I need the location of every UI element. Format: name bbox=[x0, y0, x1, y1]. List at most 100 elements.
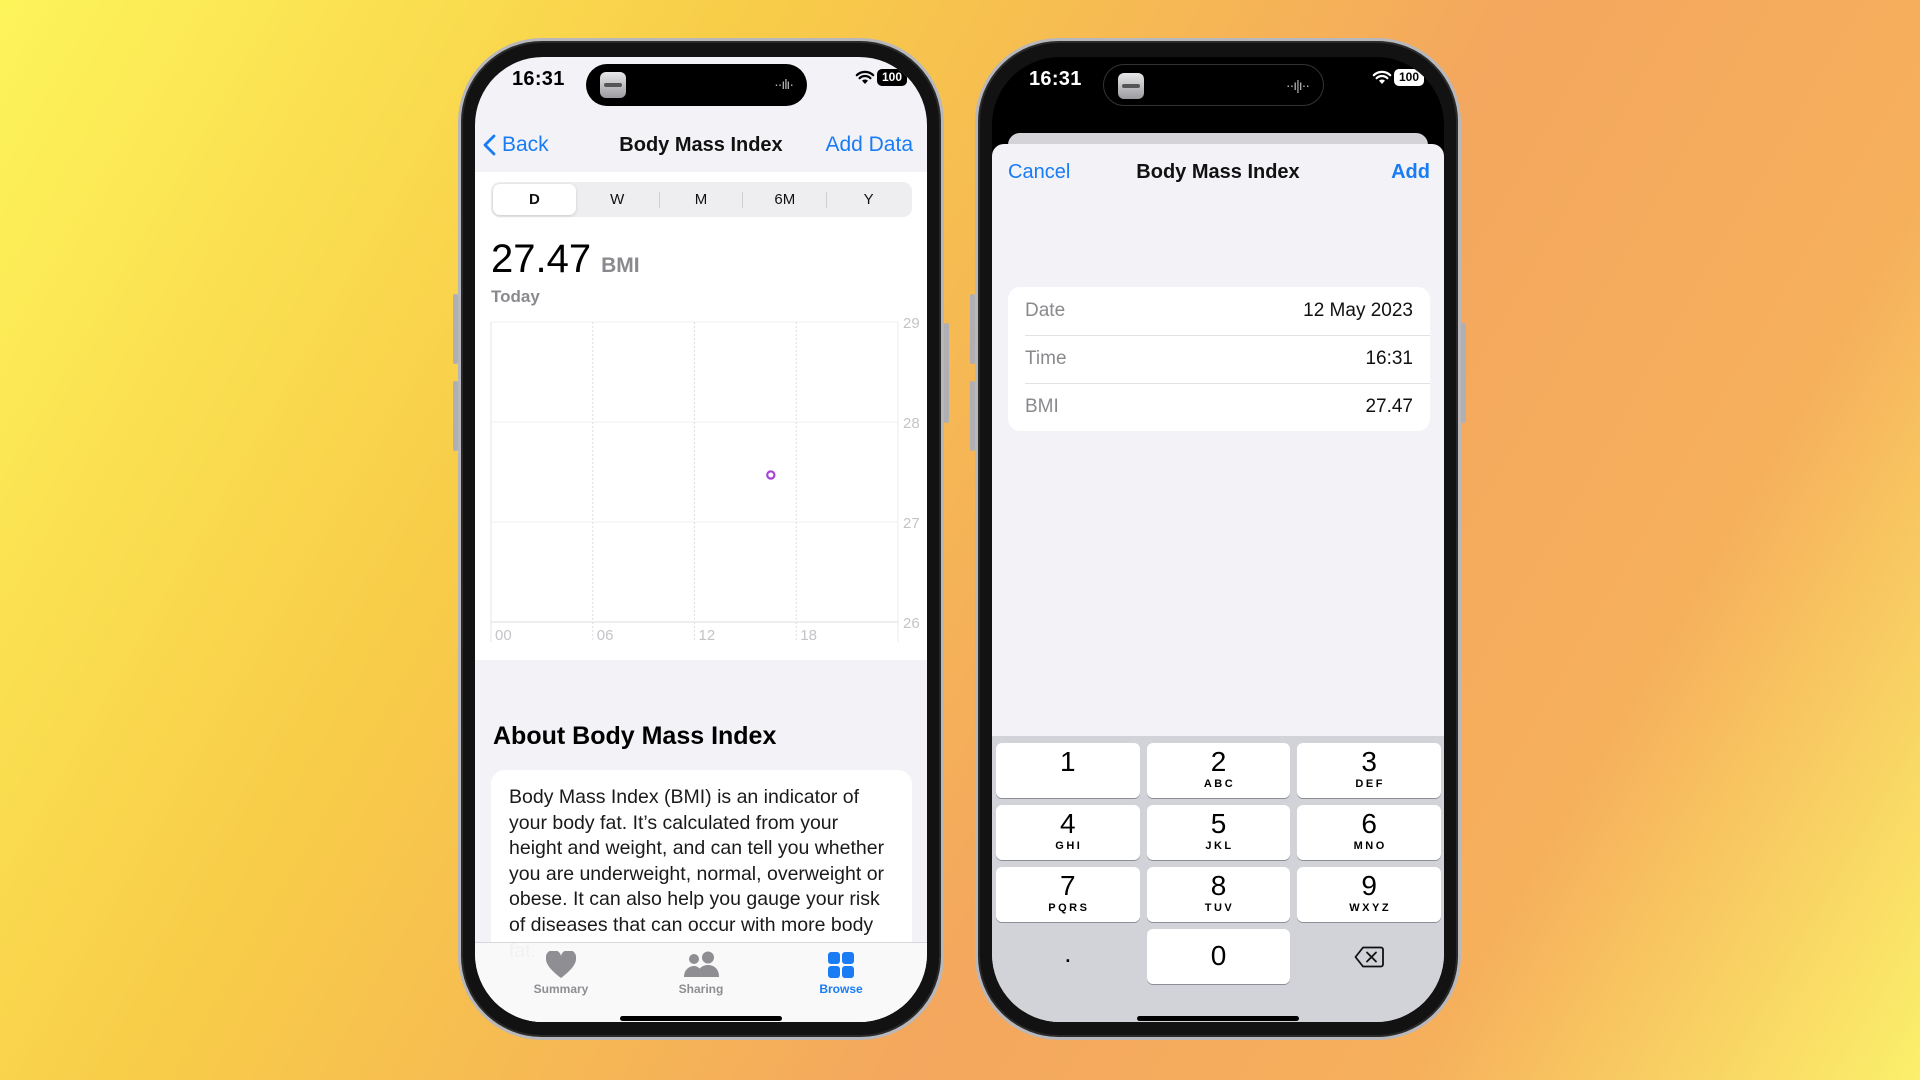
status-time: 16:31 bbox=[1029, 68, 1082, 90]
live-activity-app-icon bbox=[600, 72, 626, 98]
home-indicator[interactable] bbox=[620, 1016, 782, 1021]
audio-wave-icon: ··ılı· bbox=[774, 76, 794, 92]
key-7[interactable]: 7 PQRS bbox=[996, 867, 1140, 922]
key-digit: 8 bbox=[1210, 870, 1227, 901]
y-tick-label: 27 bbox=[903, 515, 920, 532]
key-letters: JKL bbox=[1205, 840, 1234, 852]
period-label: Today bbox=[491, 287, 540, 306]
chevron-left-icon bbox=[483, 134, 496, 156]
key-digit: 0 bbox=[1210, 940, 1227, 971]
date-row[interactable]: Date 12 May 2023 bbox=[1008, 287, 1430, 335]
chart-section: D W M 6M Y 27.47 BMI Today 29 28 27 26 00 06 1… bbox=[475, 172, 927, 660]
bmi-input[interactable]: 27.47 bbox=[1365, 396, 1413, 418]
left-phone: 16:31 ··ılı· 100 Back Body Mass Index Ad… bbox=[453, 38, 949, 1040]
power-button bbox=[1461, 323, 1466, 423]
bmi-chart[interactable]: 29 28 27 26 00 06 12 18 bbox=[475, 310, 927, 650]
audio-wave-icon: ··ı|ı·· bbox=[1285, 77, 1310, 93]
tab-browse[interactable]: Browse bbox=[786, 951, 896, 1022]
tab-summary[interactable]: Summary bbox=[506, 951, 616, 1022]
key-digit: 3 bbox=[1361, 746, 1377, 777]
key-digit: 4 bbox=[1060, 808, 1076, 839]
key-digit: 7 bbox=[1060, 870, 1076, 901]
grid-icon bbox=[828, 952, 854, 978]
key-3[interactable]: 3 DEF bbox=[1297, 743, 1442, 798]
x-tick-label: 00 bbox=[495, 627, 512, 644]
segment-day[interactable]: D bbox=[493, 184, 576, 215]
key-6[interactable]: 6 MNO bbox=[1297, 805, 1442, 860]
delete-key[interactable] bbox=[1297, 929, 1441, 984]
bmi-row[interactable]: BMI 27.47 bbox=[1008, 383, 1430, 431]
status-bar: 16:31 ··ı|ı·· 100 bbox=[992, 57, 1444, 117]
dynamic-island[interactable]: ··ı|ı·· bbox=[1103, 64, 1324, 106]
volume-up-button bbox=[453, 294, 458, 364]
key-9[interactable]: 9 WXYZ bbox=[1297, 867, 1442, 922]
x-tick-label: 12 bbox=[699, 627, 716, 644]
power-button bbox=[944, 323, 949, 423]
tab-label: Summary bbox=[533, 982, 589, 996]
key-letters: ABC bbox=[1203, 778, 1236, 790]
add-data-sheet: Cancel Body Mass Index Add Date 12 May 2… bbox=[992, 144, 1444, 1022]
nav-bar: Back Body Mass Index Add Data bbox=[475, 120, 927, 172]
segment-month[interactable]: M bbox=[660, 184, 743, 215]
bmi-label: BMI bbox=[1025, 396, 1059, 417]
battery-indicator: 100 bbox=[1394, 69, 1424, 86]
status-bar: 16:31 ··ılı· 100 bbox=[475, 57, 927, 117]
add-data-screen: 16:31 ··ı|ı·· 100 Cancel Body Mass Index… bbox=[992, 57, 1444, 1022]
key-2[interactable]: 2 ABC bbox=[1146, 743, 1291, 798]
status-time: 16:31 bbox=[512, 68, 565, 90]
time-label: Time bbox=[1025, 348, 1067, 369]
about-body: Body Mass Index (BMI) is an indicator of… bbox=[509, 786, 885, 962]
time-row[interactable]: Time 16:31 bbox=[1008, 335, 1430, 383]
key-0[interactable]: 0 bbox=[1146, 929, 1291, 984]
tab-label: Sharing bbox=[678, 982, 724, 996]
cancel-button[interactable]: Cancel bbox=[1008, 161, 1070, 184]
key-decimal[interactable]: . bbox=[996, 929, 1140, 984]
bmi-unit: BMI bbox=[601, 254, 640, 277]
tab-bar: Summary Sharing Browse bbox=[475, 942, 927, 1022]
key-8[interactable]: 8 TUV bbox=[1146, 867, 1291, 922]
key-digit: 2 bbox=[1210, 746, 1227, 777]
volume-down-button bbox=[453, 381, 458, 451]
y-tick-label: 28 bbox=[903, 415, 920, 432]
key-letters: TUV bbox=[1204, 902, 1235, 914]
decimal-keypad: 1 2 ABC 3 DEF 4 GHI 5 JKL 6 MNO 7 PQRS 8 TUV 9W… bbox=[992, 736, 1444, 1022]
key-digit: 9 bbox=[1361, 870, 1377, 901]
live-activity-app-icon bbox=[1118, 73, 1144, 99]
delete-backspace-icon bbox=[1354, 946, 1385, 967]
date-value[interactable]: 12 May 2023 bbox=[1303, 300, 1413, 322]
entry-form: Date 12 May 2023 Time 16:31 BMI 27.47 bbox=[1008, 287, 1430, 431]
key-letters: WXYZ bbox=[1349, 902, 1392, 914]
key-digit: 1 bbox=[1060, 746, 1076, 777]
key-letters: DEF bbox=[1355, 778, 1385, 790]
wifi-icon bbox=[1372, 70, 1392, 84]
back-label: Back bbox=[502, 133, 549, 156]
battery-indicator: 100 bbox=[877, 69, 907, 86]
date-label: Date bbox=[1025, 300, 1066, 321]
people-icon bbox=[684, 951, 719, 977]
tab-sharing[interactable]: Sharing bbox=[646, 951, 756, 1022]
sheet-nav-bar: Cancel Body Mass Index Add bbox=[992, 144, 1444, 196]
bmi-data-point bbox=[766, 470, 776, 480]
dynamic-island[interactable]: ··ılı· bbox=[586, 64, 807, 106]
y-tick-label: 29 bbox=[903, 315, 920, 332]
key-letters: PQRS bbox=[1048, 902, 1090, 914]
decimal-glyph: . bbox=[1064, 938, 1072, 968]
segment-6-months[interactable]: 6M bbox=[743, 184, 826, 215]
home-indicator[interactable] bbox=[1137, 1016, 1299, 1021]
add-button[interactable]: Add bbox=[1391, 161, 1430, 184]
right-phone: 16:31 ··ı|ı·· 100 Cancel Body Mass Index… bbox=[970, 38, 1466, 1040]
health-chart-screen: 16:31 ··ılı· 100 Back Body Mass Index Ad… bbox=[475, 57, 927, 1022]
key-1[interactable]: 1 bbox=[996, 743, 1140, 798]
y-tick-label: 26 bbox=[903, 615, 920, 632]
segment-week[interactable]: W bbox=[576, 184, 659, 215]
time-value[interactable]: 16:31 bbox=[1365, 348, 1413, 370]
key-5[interactable]: 5 JKL bbox=[1146, 805, 1291, 860]
x-tick-label: 18 bbox=[800, 627, 817, 644]
tab-label: Browse bbox=[819, 982, 863, 996]
back-button[interactable]: Back bbox=[483, 133, 549, 157]
key-4[interactable]: 4 GHI bbox=[996, 805, 1140, 860]
time-range-segmented-control: D W M 6M Y bbox=[491, 182, 912, 217]
add-data-button[interactable]: Add Data bbox=[825, 133, 913, 157]
segment-year[interactable]: Y bbox=[827, 184, 910, 215]
x-tick-label: 06 bbox=[597, 627, 614, 644]
